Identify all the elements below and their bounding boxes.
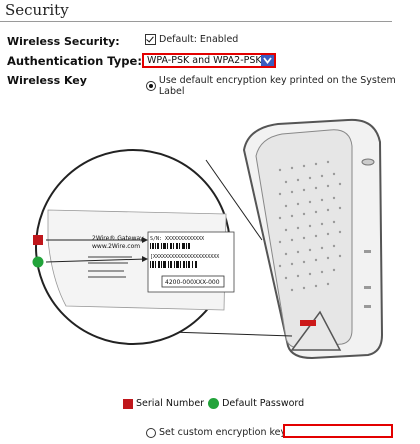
label-magnifier-image: 2Wire® Gateway www.2Wire.com S/N: XXXXXX… xyxy=(35,149,235,345)
default-password-legend-icon xyxy=(208,398,220,409)
chevron-down-icon[interactable] xyxy=(261,55,274,66)
sticker-brand-line1: 2Wire® Gateway xyxy=(92,235,144,242)
authentication-type-label: Authentication Type: xyxy=(7,54,142,68)
illustration-legend: Serial Number Default Password xyxy=(123,398,304,409)
authentication-type-select[interactable]: WPA-PSK and WPA2-PSK xyxy=(142,53,276,68)
serial-number-legend-label: Serial Number xyxy=(136,398,205,409)
sticker-brand-line2: www.2Wire.com xyxy=(92,243,140,250)
authentication-type-value: WPA-PSK and WPA2-PSK xyxy=(147,55,262,66)
serial-number-marker xyxy=(33,235,43,245)
wireless-security-label: Wireless Security: xyxy=(7,35,120,48)
sticker-key-text: [XXXXXXXXXXXXXXXXXXXXXX xyxy=(150,254,219,260)
custom-key-radio-label: Set custom encryption key xyxy=(159,427,287,438)
serial-number-legend-icon xyxy=(123,398,133,409)
default-key-radio-label: Use default encryption key printed on th… xyxy=(158,75,396,97)
title-divider xyxy=(0,21,392,22)
radio-selected-icon[interactable] xyxy=(146,81,156,91)
custom-key-input[interactable] xyxy=(283,424,393,438)
section-title: Security xyxy=(5,1,69,19)
default-password-marker xyxy=(32,256,44,268)
custom-key-radio-option[interactable]: Set custom encryption key xyxy=(146,427,286,438)
wireless-security-checkbox-label: Default: Enabled xyxy=(159,34,239,45)
default-password-legend-label: Default Password xyxy=(222,398,305,409)
wireless-key-label: Wireless Key xyxy=(7,74,87,87)
sticker-code-text: 4200-000XXX-000 xyxy=(165,279,220,286)
sticker-sn-text: S/N: XXXXXXXXXXXXX xyxy=(150,236,204,242)
wireless-security-checkbox[interactable]: Default: Enabled xyxy=(145,34,238,45)
radio-empty-icon[interactable] xyxy=(146,427,156,438)
gateway-label-illustration: 2Wire® Gateway www.2Wire.com S/N: XXXXXX… xyxy=(32,118,384,360)
checkbox-checked-icon[interactable] xyxy=(145,34,156,45)
gateway-device-image xyxy=(242,118,384,360)
default-key-radio-option[interactable]: Use default encryption key printed on th… xyxy=(146,75,420,97)
